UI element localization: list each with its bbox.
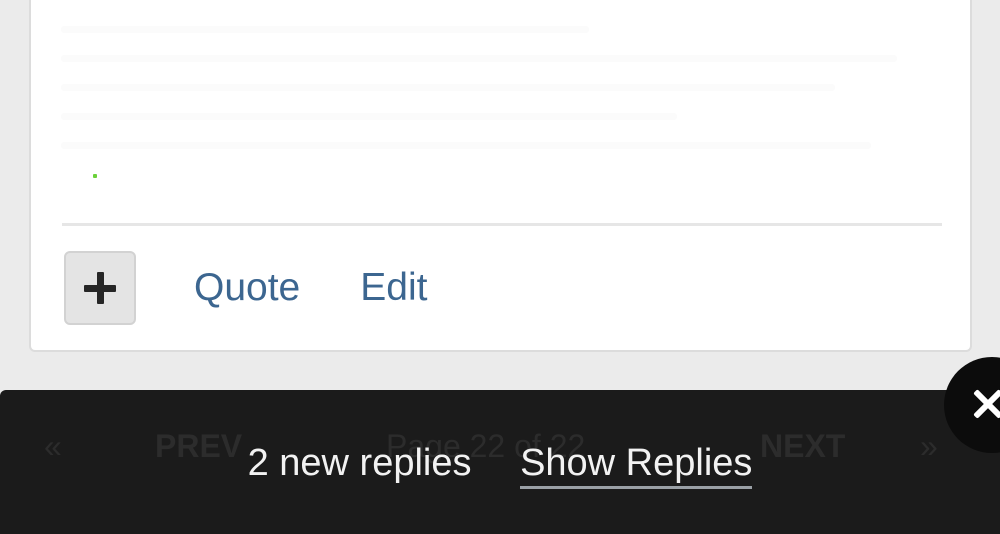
post-divider [62, 223, 942, 226]
toast-content: 2 new replies Show Replies [0, 442, 1000, 489]
edit-link[interactable]: Edit [360, 266, 427, 310]
add-reaction-button[interactable] [64, 251, 136, 325]
post-card: Quote Edit [29, 0, 972, 352]
new-replies-toast: « PREV Page 22 of 22 NEXT » 2 new replie… [0, 390, 1000, 534]
new-replies-count: 2 new replies [247, 442, 472, 484]
quote-link[interactable]: Quote [194, 266, 300, 310]
show-replies-link[interactable]: Show Replies [520, 442, 753, 489]
plus-icon [84, 272, 116, 304]
post-actions: Quote Edit [64, 250, 427, 326]
post-body [61, 26, 941, 186]
status-dot [93, 174, 97, 178]
